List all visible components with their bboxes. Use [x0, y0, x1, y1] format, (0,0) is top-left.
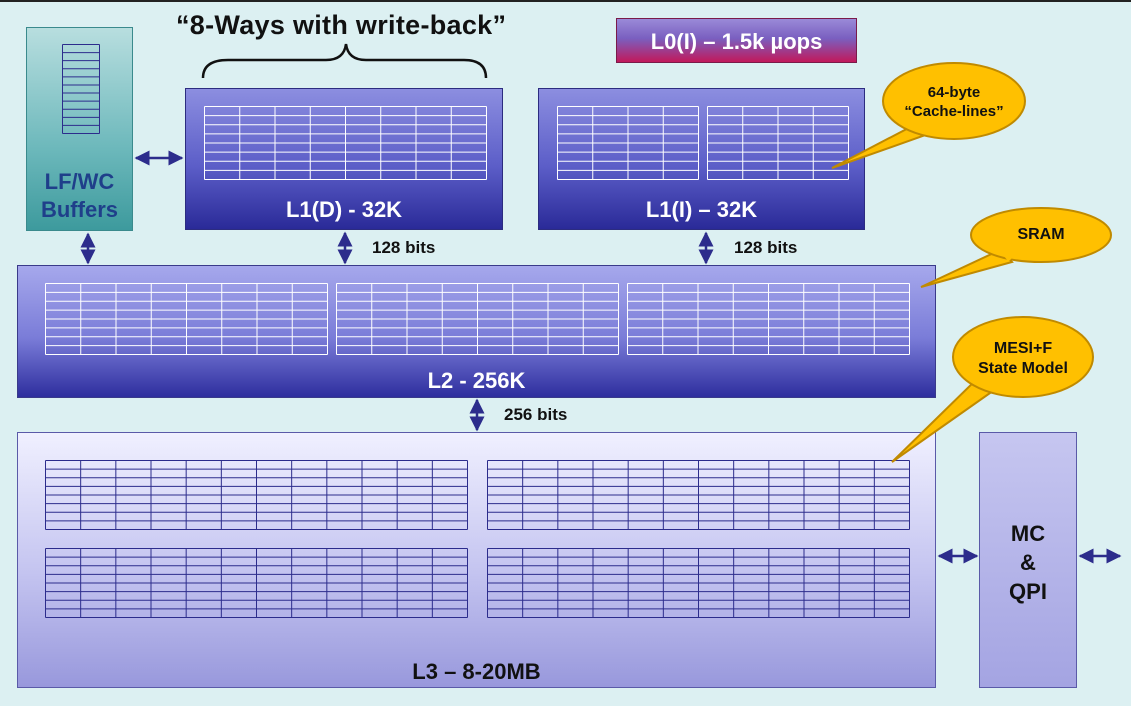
callout-mesi-line1: MESI+F — [993, 340, 1053, 357]
callout-sram — [920, 207, 1112, 288]
callout-cacheline-line1: 64-byte — [927, 84, 981, 101]
callout-cacheline-text: 64-byte “Cache-lines” — [884, 83, 1024, 121]
callout-cacheline-line2: “Cache-lines” — [904, 103, 1004, 120]
callout-sram-text: SRAM — [1017, 226, 1065, 243]
callout-mesi-line2: State Model — [978, 360, 1068, 377]
callout-mesi-text: MESI+F State Model — [953, 339, 1093, 379]
